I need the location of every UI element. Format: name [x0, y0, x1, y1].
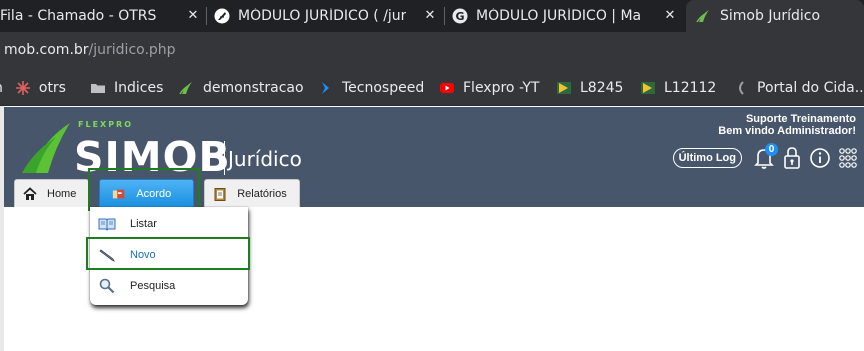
url-path: /juridico.php	[88, 42, 176, 58]
highlight-novo-item	[86, 237, 250, 270]
tab-label: MÓDULO JURÍDICO | Ma	[476, 8, 642, 24]
otrs-icon	[15, 80, 31, 96]
logo-brand: FLEXPRO	[78, 120, 134, 129]
overflow-icon: n	[0, 80, 3, 96]
nav-tab-relatorios[interactable]: Relatórios	[204, 179, 300, 207]
user-line-1: Suporte Treinamento	[745, 113, 856, 125]
user-line-2: Bem vindo Administrador!	[718, 125, 856, 137]
bookmark-label: Tecnospeed	[342, 80, 425, 96]
ultimo-log-button[interactable]: Último Log	[672, 148, 742, 168]
lock-icon	[784, 147, 800, 169]
bookmark-indices[interactable]: Indices	[90, 79, 163, 97]
terminal-icon	[640, 80, 656, 96]
clipboard-icon	[213, 187, 227, 201]
bookmark-label: Indices	[114, 80, 164, 96]
bookmark-otrs[interactable]: n otrs	[0, 79, 66, 97]
bookmark-l8245[interactable]: L8245	[556, 79, 623, 97]
simob-leaf-icon	[696, 8, 712, 24]
home-icon	[23, 186, 37, 201]
tab-label: MÓDULO JURÍDICO ( /jur	[238, 8, 407, 24]
feather-logo-icon	[214, 8, 230, 24]
tab-label: Fila - Chamado - OTRS	[0, 8, 157, 24]
close-icon[interactable]: ✕	[662, 8, 678, 24]
book-icon	[98, 216, 116, 232]
tecnospeed-icon	[318, 80, 334, 96]
tab-label: Simob Jurídico	[720, 8, 821, 24]
folder-icon	[90, 80, 106, 96]
browser-tab-otrs[interactable]: Fila - Chamado - OTRS ✕	[0, 0, 205, 32]
nav-tab-label: Home	[47, 187, 77, 200]
browser-tab-modulo-juridico-1[interactable]: MÓDULO JURÍDICO ( /jur ✕	[214, 0, 442, 32]
simob-app: FLEXPRO SIMOB Jurídico Suporte Treinamen…	[4, 107, 864, 351]
lock-button[interactable]	[780, 145, 804, 171]
bookmarks-bar: n otrs Indices demonstracao Tecnospeed F…	[0, 70, 864, 106]
logo-divider	[224, 141, 225, 175]
notification-badge: 0	[765, 143, 778, 156]
close-icon[interactable]: ✕	[422, 8, 438, 24]
apps-grid-icon	[839, 148, 857, 168]
url-host: mob.com.br	[4, 42, 89, 58]
logo-module: Jurídico	[228, 147, 302, 171]
browser-tab-simob-juridico[interactable]: Simob Jurídico	[686, 0, 864, 32]
youtube-icon	[439, 80, 455, 96]
user-info: Suporte Treinamento Bem vindo Administra…	[718, 113, 856, 137]
tab-divider	[444, 7, 445, 25]
nav-tab-label: Relatórios	[237, 187, 287, 200]
browser-tab-strip: Fila - Chamado - OTRS ✕ MÓDULO JURÍDICO …	[0, 0, 864, 32]
notifications-bell[interactable]: 0	[752, 143, 778, 171]
magnifier-icon	[98, 278, 116, 294]
browser-tab-modulo-juridico-2[interactable]: G MÓDULO JURÍDICO | Ma ✕	[452, 0, 682, 32]
simob-leaf-icon	[179, 80, 195, 96]
bookmark-flexpro-yt[interactable]: Flexpro -YT	[439, 79, 539, 97]
header-tools: Último Log 0	[672, 143, 860, 172]
bookmark-label: otrs	[38, 80, 66, 96]
info-icon	[810, 148, 830, 168]
bookmark-label: L8245	[580, 80, 624, 96]
simob-leaf-logo-icon	[22, 123, 70, 173]
portal-icon	[733, 80, 749, 96]
google-g-icon: G	[452, 8, 468, 24]
bookmark-label: L12112	[664, 80, 717, 96]
bookmark-label: Portal do Cida...	[757, 80, 864, 96]
bookmark-l12112[interactable]: L12112	[640, 79, 716, 97]
bookmark-demonstracao[interactable]: demonstracao	[179, 79, 304, 97]
tab-divider	[206, 7, 207, 25]
terminal-icon	[556, 80, 572, 96]
highlight-acordo-tab	[88, 168, 200, 211]
apps-button[interactable]	[836, 145, 860, 171]
address-bar[interactable]: mob.com.br/juridico.php	[0, 32, 864, 70]
info-button[interactable]	[808, 145, 832, 171]
bookmark-portal-do-cidadao[interactable]: Portal do Cida...	[733, 79, 864, 97]
bookmark-tecnospeed[interactable]: Tecnospeed	[318, 79, 424, 97]
svg-text:G: G	[455, 10, 464, 23]
close-icon[interactable]: ✕	[185, 8, 201, 24]
menu-item-label: Pesquisa	[130, 280, 176, 292]
nav-tab-home[interactable]: Home	[14, 179, 90, 207]
bookmark-label: Flexpro -YT	[463, 80, 540, 96]
menu-item-label: Listar	[130, 218, 157, 230]
menu-item-listar[interactable]: Listar	[90, 209, 248, 239]
url-text[interactable]: mob.com.br/juridico.php	[4, 42, 176, 58]
bookmark-label: demonstracao	[203, 80, 304, 96]
menu-item-pesquisa[interactable]: Pesquisa	[90, 271, 248, 301]
